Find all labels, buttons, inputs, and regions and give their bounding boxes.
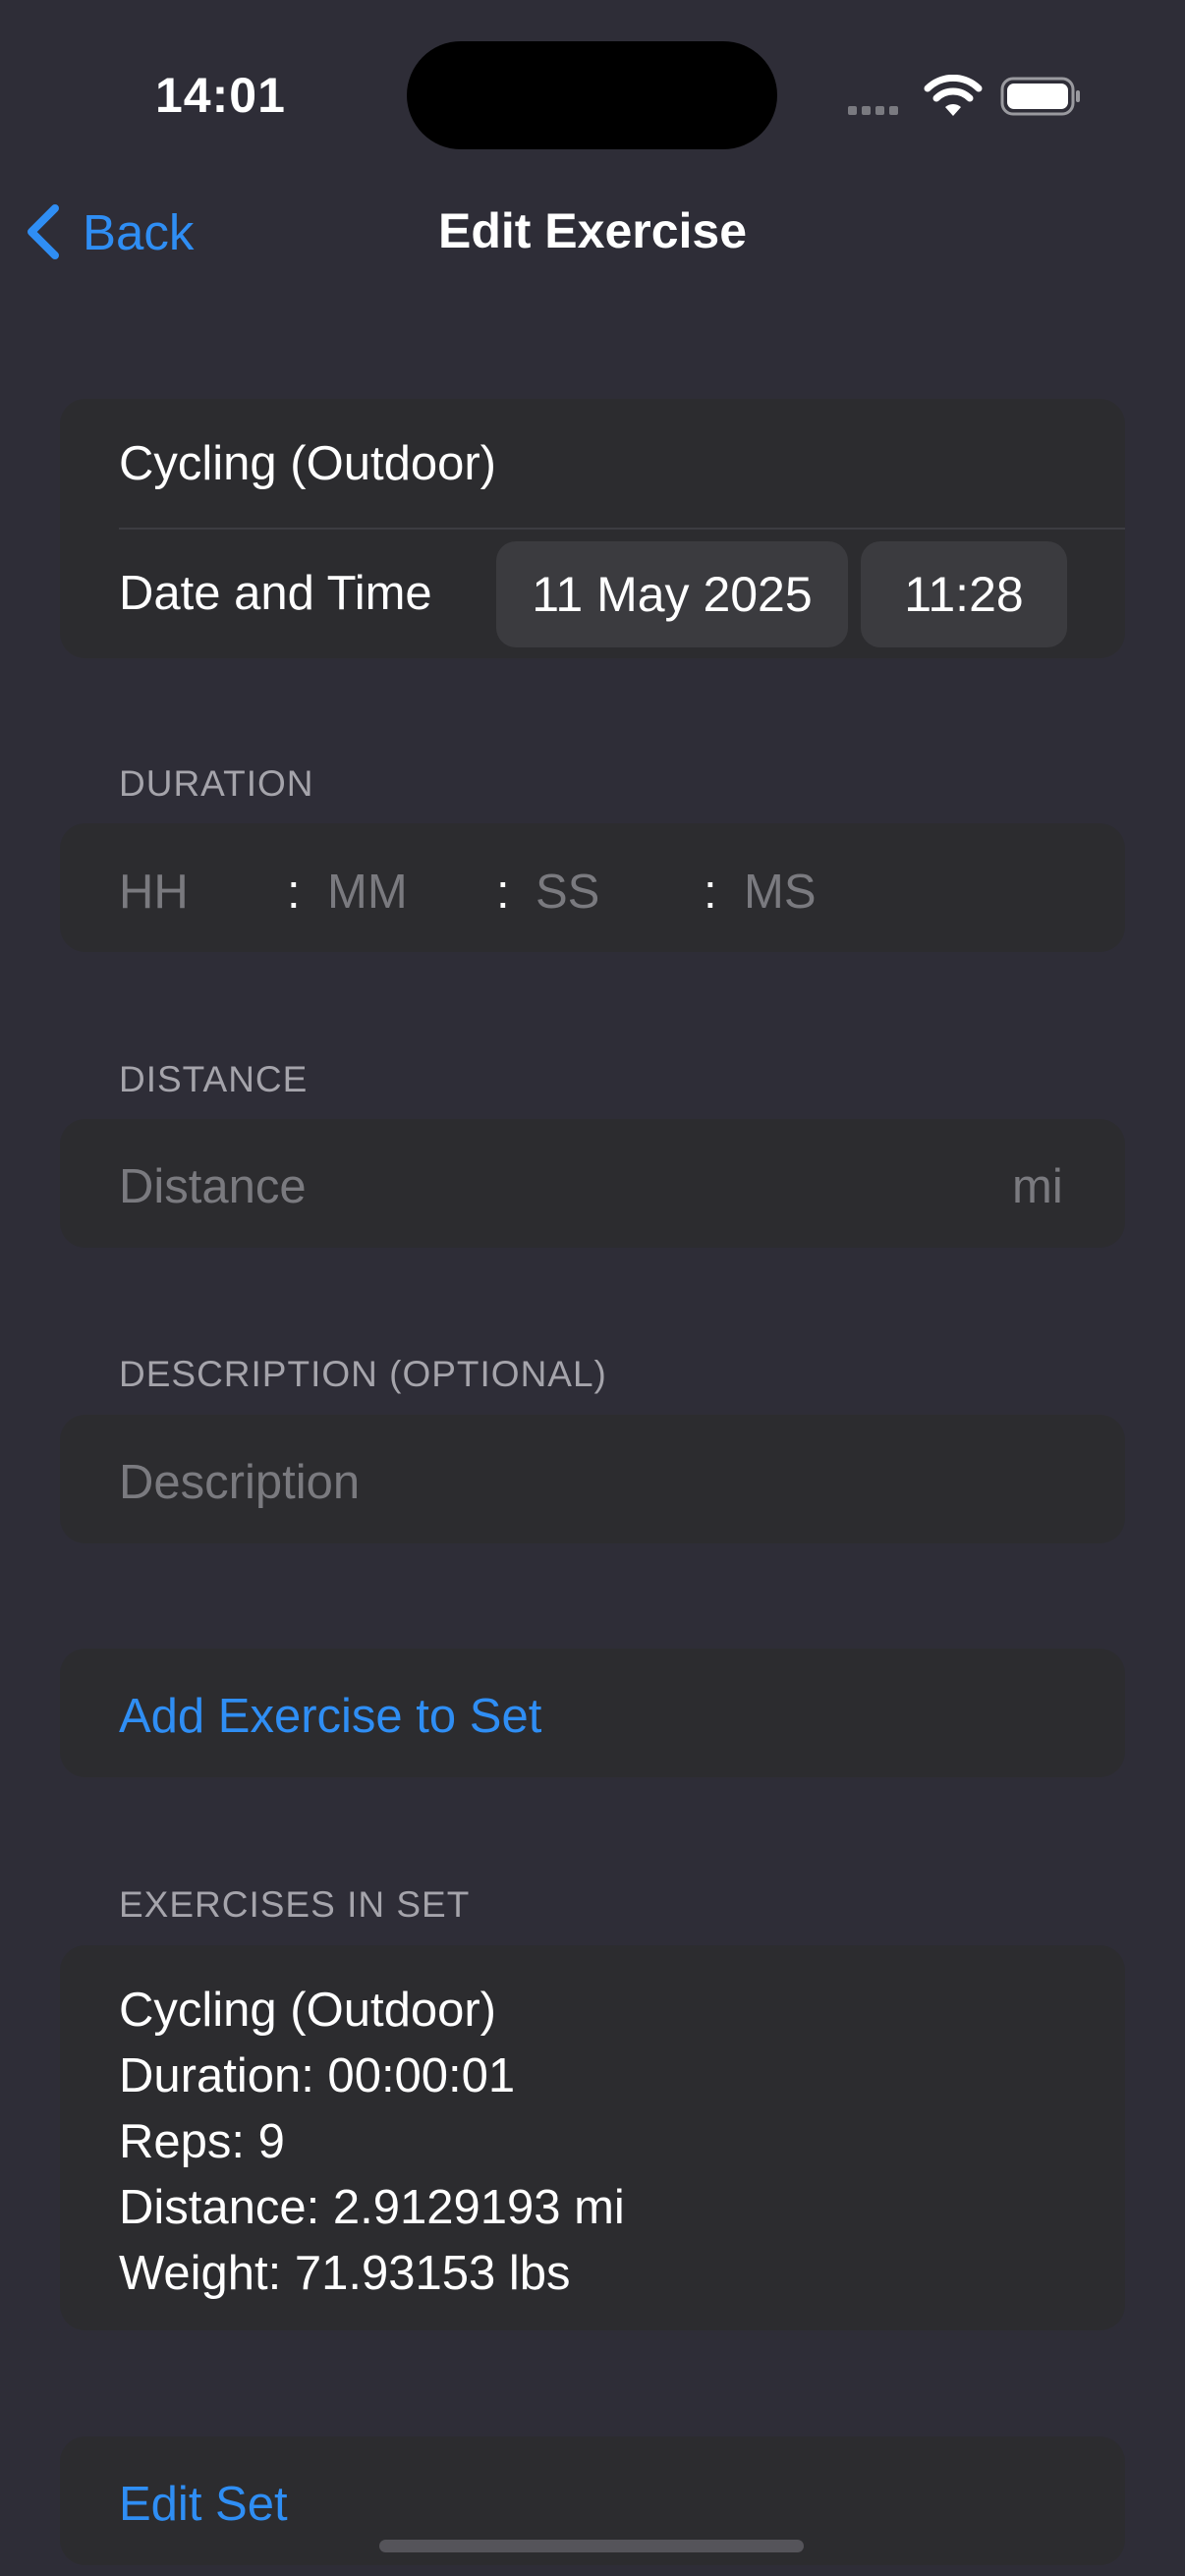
duration-minutes-field[interactable]: MM [327, 865, 408, 920]
set-exercise-duration: Duration: 00:00:01 [119, 2049, 516, 2102]
home-indicator [379, 2540, 804, 2552]
set-exercise-reps: Reps: 9 [119, 2115, 285, 2168]
page-title: Edit Exercise [437, 203, 748, 258]
status-time: 14:01 [155, 68, 286, 123]
duration-seconds-field[interactable]: SS [536, 865, 599, 920]
distance-unit: mi [1012, 1160, 1063, 1213]
add-exercise-to-set-button[interactable]: Add Exercise to Set [119, 1689, 541, 1744]
edit-set-button[interactable]: Edit Set [119, 2477, 288, 2532]
set-exercise-name: Cycling (Outdoor) [119, 1984, 496, 2037]
set-exercise-details: Cycling (Outdoor) Duration: 00:00:01 Rep… [119, 1978, 625, 2307]
date-picker-button[interactable]: 11 May 2025 [496, 541, 848, 647]
exercises-in-set-section-label: EXERCISES IN SET [119, 1884, 471, 1925]
time-picker-button[interactable]: 11:28 [861, 541, 1067, 647]
exercise-name[interactable]: Cycling (Outdoor) [119, 436, 496, 491]
cellular-signal-icon [848, 102, 903, 120]
duration-separator: : [287, 866, 301, 919]
duration-milliseconds-field[interactable]: MS [744, 865, 817, 920]
set-exercise-distance: Distance: 2.9129193 mi [119, 2181, 625, 2234]
set-exercise-weight: Weight: 71.93153 lbs [119, 2247, 571, 2300]
duration-section-label: DURATION [119, 763, 314, 804]
duration-separator: : [496, 866, 510, 919]
date-time-label: Date and Time [119, 567, 432, 620]
duration-separator: : [704, 866, 717, 919]
duration-hours-field[interactable]: HH [119, 865, 189, 920]
battery-icon [1000, 77, 1080, 116]
distance-input[interactable]: Distance [119, 1159, 307, 1214]
distance-section-label: DISTANCE [119, 1059, 309, 1099]
description-input[interactable]: Description [119, 1455, 360, 1510]
description-section-label: DESCRIPTION (OPTIONAL) [119, 1354, 607, 1394]
wifi-icon [924, 75, 983, 116]
row-divider [119, 528, 1125, 530]
dynamic-island [407, 41, 777, 149]
